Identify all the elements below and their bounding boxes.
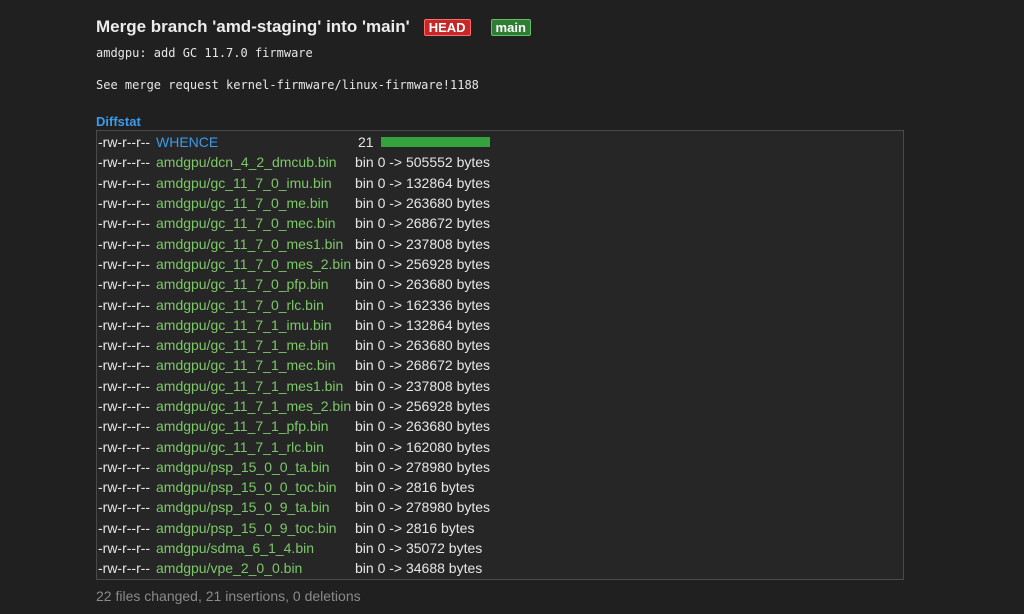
- file-mode: -rw-r--r--: [98, 316, 151, 333]
- file-link[interactable]: amdgpu/gc_11_7_1_pfp.bin: [156, 418, 355, 434]
- file-stat: bin 0 -> 237808 bytes: [355, 377, 491, 394]
- diffstat-row: -rw-r--r-- amdgpu/gc_11_7_0_mec.bin bin 0 …: [97, 213, 903, 233]
- branch-badge-main[interactable]: main: [490, 18, 531, 36]
- file-stat: bin 0 -> 2816 bytes: [355, 479, 475, 496]
- diffstat-row: -rw-r--r-- amdgpu/gc_11_7_1_me.bin bin 0 -…: [97, 335, 903, 355]
- file-mode: -rw-r--r--: [98, 276, 151, 293]
- diffstat-row: -rw-r--r-- amdgpu/psp_15_0_9_toc.bin bin 0…: [97, 518, 903, 538]
- file-stat: bin 0 -> 132864 bytes: [355, 174, 491, 191]
- file-stat: bin 0 -> 263680 bytes: [355, 418, 491, 435]
- file-link[interactable]: amdgpu/psp_15_0_0_toc.bin: [156, 479, 355, 495]
- diffstat-row: -rw-r--r-- amdgpu/gc_11_7_1_mec.bin bin 0 …: [97, 355, 903, 375]
- commit-title: Merge branch 'amd-staging' into 'main': [96, 17, 410, 36]
- file-mode: -rw-r--r--: [98, 195, 151, 212]
- file-stat: bin 0 -> 256928 bytes: [355, 255, 491, 272]
- file-link[interactable]: amdgpu/gc_11_7_0_mec.bin: [156, 215, 355, 231]
- diffstat-row: -rw-r--r-- amdgpu/gc_11_7_1_pfp.bin bin 0 …: [97, 416, 903, 436]
- diffstat-row: -rw-r--r-- amdgpu/gc_11_7_0_mes1.bin bin 0…: [97, 233, 903, 253]
- file-link[interactable]: amdgpu/sdma_6_1_4.bin: [156, 540, 355, 556]
- diffstat-row: -rw-r--r-- amdgpu/gc_11_7_0_pfp.bin bin 0 …: [97, 274, 903, 294]
- head-badge[interactable]: HEAD: [423, 18, 471, 36]
- diffstat-row: -rw-r--r-- amdgpu/gc_11_7_0_me.bin bin 0 -…: [97, 193, 903, 213]
- file-link[interactable]: amdgpu/gc_11_7_0_mes_2.bin: [156, 256, 355, 272]
- file-mode: -rw-r--r--: [98, 255, 151, 272]
- file-link[interactable]: amdgpu/gc_11_7_1_rlc.bin: [156, 439, 355, 455]
- diffstat-row: -rw-r--r-- amdgpu/gc_11_7_0_mes_2.bin bin …: [97, 254, 903, 274]
- file-stat: bin 0 -> 132864 bytes: [355, 316, 491, 333]
- file-mode: -rw-r--r--: [98, 519, 151, 536]
- file-link[interactable]: WHENCE: [156, 134, 355, 150]
- commit-body: See merge request kernel-firmware/linux-…: [96, 78, 479, 92]
- file-mode: -rw-r--r--: [98, 479, 151, 496]
- file-mode: -rw-r--r--: [98, 499, 151, 516]
- file-mode: -rw-r--r--: [98, 560, 151, 577]
- file-stat: bin 0 -> 263680 bytes: [355, 276, 491, 293]
- file-link[interactable]: amdgpu/gc_11_7_1_mes_2.bin: [156, 398, 355, 414]
- file-stat: bin 0 -> 162336 bytes: [355, 296, 491, 313]
- file-mode: -rw-r--r--: [98, 418, 151, 435]
- file-stat: bin 0 -> 268672 bytes: [355, 357, 491, 374]
- file-mode: -rw-r--r--: [98, 337, 151, 354]
- diffstat-row: -rw-r--r-- amdgpu/sdma_6_1_4.bin bin 0 -> …: [97, 538, 903, 558]
- commit-subject: amdgpu: add GC 11.7.0 firmware: [96, 46, 313, 60]
- commit-title-bar: Merge branch 'amd-staging' into 'main' H…: [96, 14, 916, 40]
- file-mode: -rw-r--r--: [98, 377, 151, 394]
- diffstat-row: -rw-r--r-- amdgpu/psp_15_0_0_ta.bin bin 0 …: [97, 457, 903, 477]
- file-link[interactable]: amdgpu/gc_11_7_1_me.bin: [156, 337, 355, 353]
- commit-view: Merge branch 'amd-staging' into 'main' H…: [96, 14, 916, 604]
- file-stat: bin 0 -> 34688 bytes: [355, 560, 483, 577]
- diffstat-row: -rw-r--r-- amdgpu/dcn_4_2_dmcub.bin bin 0 …: [97, 152, 903, 172]
- file-link[interactable]: amdgpu/psp_15_0_9_ta.bin: [156, 499, 355, 515]
- file-stat: bin 0 -> 278980 bytes: [355, 458, 491, 475]
- diffstat-summary: 22 files changed, 21 insertions, 0 delet…: [96, 587, 361, 604]
- file-stat: bin 0 -> 268672 bytes: [355, 215, 491, 232]
- diffstat-row: -rw-r--r-- WHENCE 21: [97, 132, 903, 152]
- file-stat: 21: [358, 134, 374, 151]
- file-link[interactable]: amdgpu/gc_11_7_0_rlc.bin: [156, 297, 355, 313]
- file-mode: -rw-r--r--: [98, 540, 151, 557]
- insertion-bar: [380, 137, 490, 148]
- diffstat-row: -rw-r--r-- amdgpu/gc_11_7_1_rlc.bin bin 0 …: [97, 436, 903, 456]
- file-stat: bin 0 -> 505552 bytes: [355, 154, 491, 171]
- file-stat: bin 0 -> 278980 bytes: [355, 499, 491, 516]
- diffstat-row: -rw-r--r-- amdgpu/vpe_2_0_0.bin bin 0 -> 3…: [97, 558, 903, 578]
- file-mode: -rw-r--r--: [98, 154, 151, 171]
- file-mode: -rw-r--r--: [98, 174, 151, 191]
- diffstat-header[interactable]: Diffstat: [96, 114, 916, 130]
- file-mode: -rw-r--r--: [98, 296, 151, 313]
- diffstat-row: -rw-r--r-- amdgpu/gc_11_7_1_mes_2.bin bin …: [97, 396, 903, 416]
- file-stat: bin 0 -> 162080 bytes: [355, 438, 491, 455]
- file-mode: -rw-r--r--: [98, 357, 151, 374]
- diffstat-row: -rw-r--r-- amdgpu/gc_11_7_0_rlc.bin bin 0 …: [97, 294, 903, 314]
- file-link[interactable]: amdgpu/gc_11_7_0_imu.bin: [156, 175, 355, 191]
- file-mode: -rw-r--r--: [98, 134, 151, 151]
- file-stat: bin 0 -> 237808 bytes: [355, 235, 491, 252]
- file-link[interactable]: amdgpu/gc_11_7_0_mes1.bin: [156, 236, 355, 252]
- file-link[interactable]: amdgpu/psp_15_0_0_ta.bin: [156, 459, 355, 475]
- file-stat: bin 0 -> 35072 bytes: [355, 540, 483, 557]
- file-mode: -rw-r--r--: [98, 215, 151, 232]
- file-link[interactable]: amdgpu/psp_15_0_9_toc.bin: [156, 520, 355, 536]
- file-mode: -rw-r--r--: [98, 438, 151, 455]
- file-link[interactable]: amdgpu/gc_11_7_1_imu.bin: [156, 317, 355, 333]
- diffstat-row: -rw-r--r-- amdgpu/psp_15_0_9_ta.bin bin 0 …: [97, 497, 903, 517]
- file-link[interactable]: amdgpu/gc_11_7_0_pfp.bin: [156, 276, 355, 292]
- diffstat-row: -rw-r--r-- amdgpu/gc_11_7_1_imu.bin bin 0 …: [97, 315, 903, 335]
- file-link[interactable]: amdgpu/dcn_4_2_dmcub.bin: [156, 154, 355, 170]
- file-link[interactable]: amdgpu/gc_11_7_0_me.bin: [156, 195, 355, 211]
- file-stat: bin 0 -> 256928 bytes: [355, 398, 491, 414]
- file-mode: -rw-r--r--: [98, 235, 151, 252]
- file-mode: -rw-r--r--: [98, 398, 151, 414]
- file-link[interactable]: amdgpu/vpe_2_0_0.bin: [156, 560, 355, 576]
- file-mode: -rw-r--r--: [98, 458, 151, 475]
- file-link[interactable]: amdgpu/gc_11_7_1_mec.bin: [156, 357, 355, 373]
- diffstat-row: -rw-r--r-- amdgpu/gc_11_7_0_imu.bin bin 0 …: [97, 173, 903, 193]
- file-stat: bin 0 -> 2816 bytes: [355, 519, 475, 536]
- file-stat: bin 0 -> 263680 bytes: [355, 337, 491, 354]
- file-link[interactable]: amdgpu/gc_11_7_1_mes1.bin: [156, 378, 355, 394]
- diffstat-row: -rw-r--r-- amdgpu/psp_15_0_0_toc.bin bin 0…: [97, 477, 903, 497]
- diffstat-row: -rw-r--r-- amdgpu/gc_11_7_1_mes1.bin bin 0…: [97, 376, 903, 396]
- file-stat: bin 0 -> 263680 bytes: [355, 195, 491, 212]
- diffstat-table: -rw-r--r-- WHENCE 21 -rw-r--r-- amdgpu/dcn_4…: [96, 130, 904, 580]
